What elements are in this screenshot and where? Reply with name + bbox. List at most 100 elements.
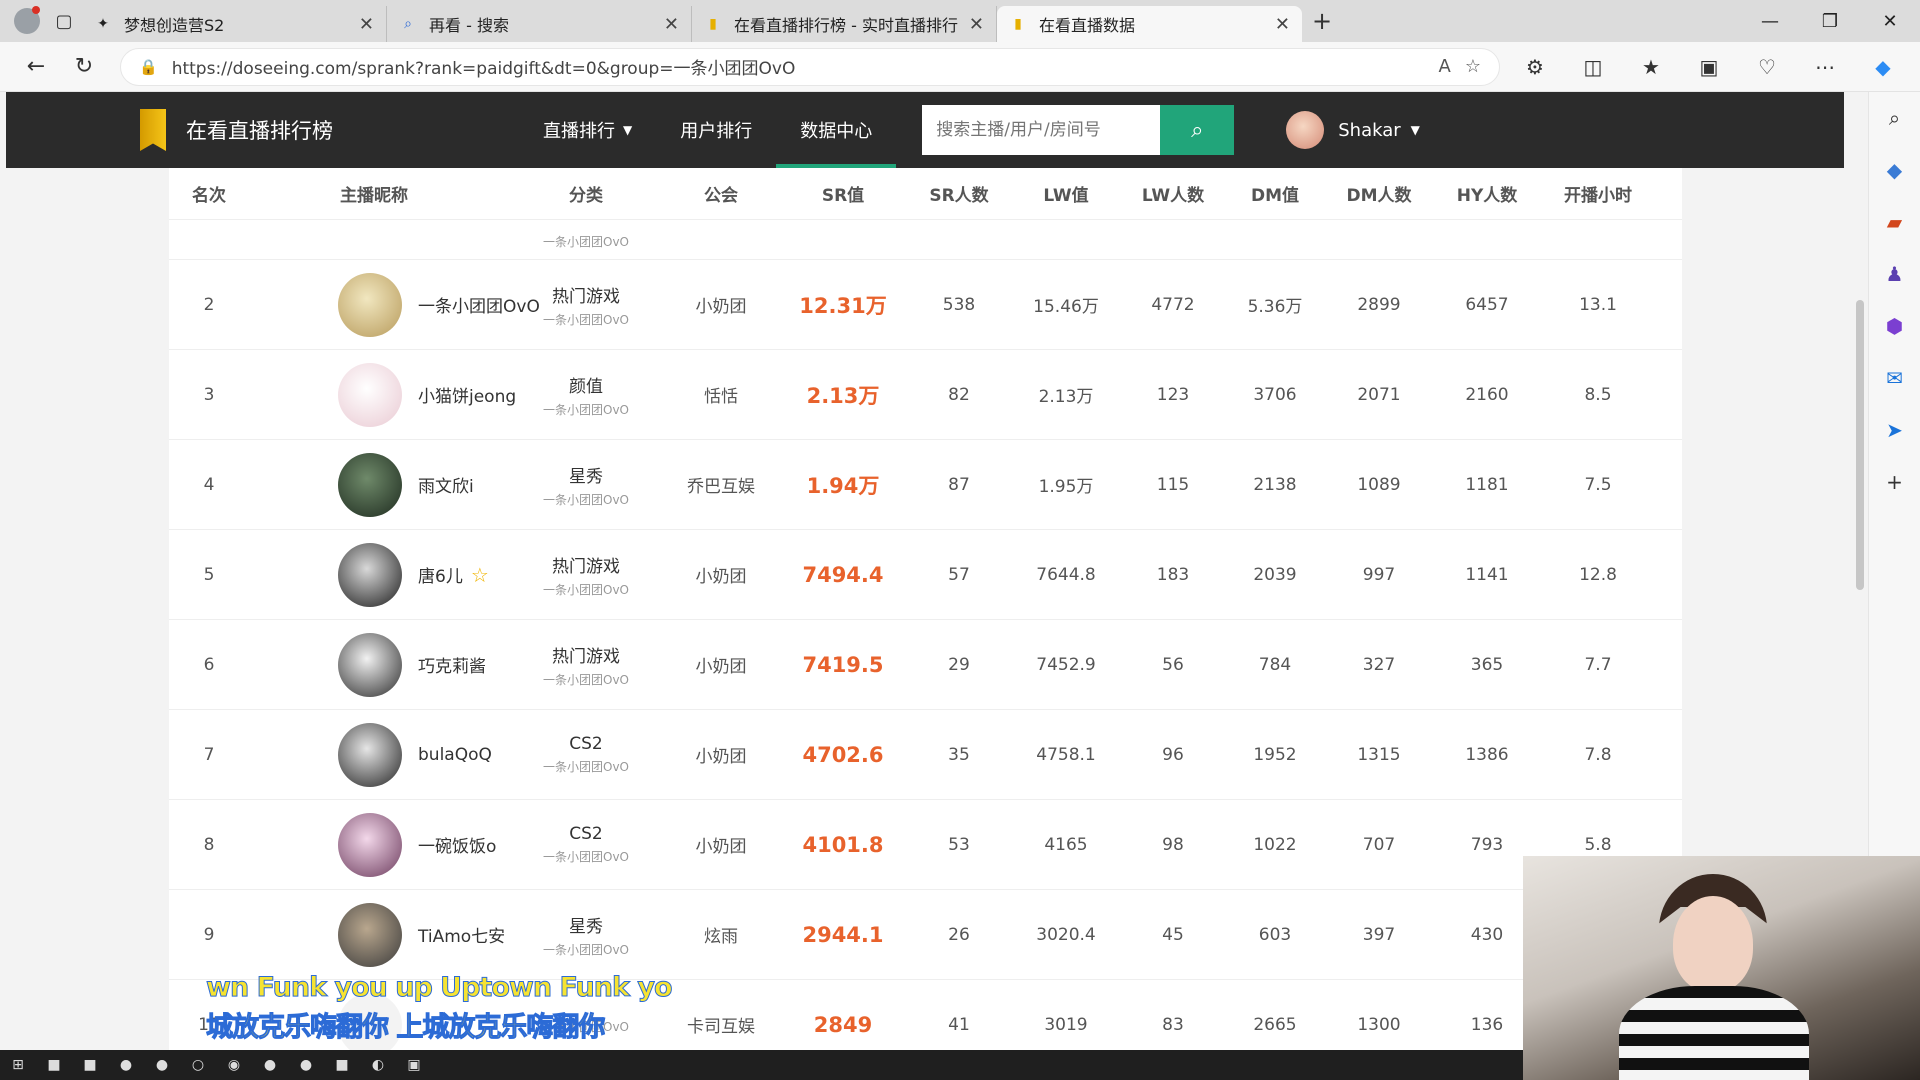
taskbar-app-icon[interactable]: ■ [324,1057,360,1073]
url-text[interactable]: https://doseeing.com/sprank?rank=paidgif… [172,54,1425,79]
header-dm-count[interactable]: DM人数 [1335,181,1423,206]
new-tab-button[interactable]: + [1302,7,1342,35]
table-row[interactable]: 2 一条小团团OvO 热门游戏 一条小团团OvO 小奶团 12.31万 538 15.46万 4… [169,260,1682,350]
header-name[interactable]: 主播昵称 [249,181,499,206]
search-button[interactable]: ⌕ [1160,105,1235,155]
streamer-cell[interactable]: 唐6儿 ☆ [249,542,499,607]
avatar[interactable] [338,722,402,787]
tab-title[interactable]: 梦想创造营S2 [124,12,351,36]
streamer-name[interactable]: 唐6儿 [418,562,463,587]
user-menu[interactable]: Shakar ▼ [1286,111,1420,149]
avatar[interactable] [338,812,402,877]
tab-title[interactable]: 在看直播数据 [1039,12,1267,36]
header-dm[interactable]: DM值 [1215,181,1335,206]
bookmark-logo-icon[interactable] [140,109,166,151]
favorites-icon[interactable]: ★ [1622,55,1680,79]
table-row[interactable]: 3 小猫饼jeong 颜值 一条小团团OvO 恬恬 2.13万 82 2.13万 123 3706… [169,350,1682,440]
header-rank[interactable]: 名次 [169,181,249,206]
scrollbar-thumb[interactable] [1856,300,1864,590]
streamer-cell[interactable]: TiAmo七安 [249,902,505,967]
table-row[interactable]: 6 巧克莉酱 热门游戏 一条小团团OvO 小奶团 7419.5 29 7452.9 56 784 3… [169,620,1682,710]
avatar[interactable] [338,362,402,427]
streamer-name[interactable]: 一碗饭饭o [418,832,496,857]
tab-title[interactable]: 再看 - 搜索 [429,12,656,36]
close-tab-icon[interactable]: ✕ [664,14,679,35]
streamer-cell[interactable]: bulaQoQ [249,722,499,787]
browser-tab[interactable]: ✦ 梦想创造营S2 ✕ [82,6,387,42]
url-field[interactable]: 🔒 https://doseeing.com/sprank?rank=paidg… [120,47,1500,86]
avatar[interactable] [338,542,402,607]
header-guild[interactable]: 公会 [673,181,769,206]
header-category[interactable]: 分类 [499,181,673,206]
streamer-cell[interactable]: 一碗饭饭o [249,812,499,877]
more-menu-icon[interactable]: ⋯ [1796,55,1854,79]
avatar[interactable] [338,272,402,337]
refresh-icon[interactable]: ↻ [60,54,108,79]
menu-user-rank[interactable]: 用户排行 [656,92,776,168]
tab-title[interactable]: 在看直播排行榜 - 实时直播排行 [734,12,961,36]
table-row[interactable]: 8 一碗饭饭o CS2 一条小团团OvO 小奶团 4101.8 53 4165 98 1022 70… [169,800,1682,890]
streamer-cell[interactable]: 巧克莉酱 [249,632,499,697]
header-sr-count[interactable]: SR人数 [917,181,1001,206]
close-tab-icon[interactable]: ✕ [1275,14,1290,35]
avatar[interactable] [1286,111,1325,149]
sidebar-send-icon[interactable]: ➤ [1869,404,1920,456]
sidebar-add-icon[interactable]: + [1869,456,1920,508]
sidebar-tools-icon[interactable]: ▰ [1869,196,1920,248]
start-icon[interactable]: ⊞ [0,1057,36,1073]
browser-tab[interactable]: ▮ 在看直播数据 ✕ [997,6,1302,42]
taskbar-app-icon[interactable]: ■ [72,1057,108,1073]
streamer-name[interactable]: 雨文欣i [418,472,474,497]
streamer-cell[interactable]: 雨文欣i [249,452,499,517]
table-row[interactable]: 9 TiAmo七安 星秀 一条小团团OvO 炫雨 2944.1 26 3020.4 45 603 3… [169,890,1682,980]
lock-icon[interactable]: 🔒 [139,58,158,76]
tab-actions-icon[interactable]: ▢ [46,3,82,39]
minimize-icon[interactable]: — [1740,11,1800,32]
taskbar-app-icon[interactable]: ● [288,1057,324,1073]
close-tab-icon[interactable]: ✕ [969,14,984,35]
site-title[interactable]: 在看直播排行榜 [186,115,333,145]
avatar[interactable] [338,902,402,967]
header-lw-count[interactable]: LW人数 [1131,181,1215,206]
split-screen-icon[interactable]: ◫ [1564,55,1622,79]
table-row[interactable]: 7 bulaQoQ CS2 一条小团团OvO 小奶团 4702.6 35 4758.1 96 19… [169,710,1682,800]
sidebar-office-icon[interactable]: ⬢ [1869,300,1920,352]
menu-live-rank[interactable]: 直播排行 ▼ [519,92,656,168]
streamer-cell[interactable]: 小猫饼jeong [249,362,516,427]
sidebar-search-icon[interactable]: ⌕ [1869,92,1920,144]
taskbar-edge-icon[interactable]: ◐ [360,1057,396,1073]
avatar[interactable] [338,632,402,697]
header-hours[interactable]: 开播小时 [1551,181,1645,206]
close-window-icon[interactable]: ✕ [1860,11,1920,32]
profile-avatar[interactable] [8,2,46,40]
header-lw[interactable]: LW值 [1001,181,1131,206]
header-sr[interactable]: SR值 [769,181,917,206]
streamer-name[interactable]: TiAmo七安 [418,922,505,947]
extensions-icon[interactable]: ⚙ [1506,55,1564,79]
browser-tab[interactable]: ▮ 在看直播排行榜 - 实时直播排行 ✕ [692,6,997,42]
star-icon[interactable]: ☆ [471,563,489,587]
streamer-cell[interactable]: 一条小团团OvO [249,272,540,337]
collections-icon[interactable]: ▣ [1680,55,1738,79]
taskbar-app-icon[interactable]: ▣ [396,1057,432,1073]
favorite-star-icon[interactable]: ☆ [1465,56,1481,77]
taskbar-app-icon[interactable]: ● [108,1057,144,1073]
streamer-name[interactable]: 巧克莉酱 [418,652,486,677]
taskbar-app-icon[interactable]: ○ [180,1057,216,1073]
performance-icon[interactable]: ♡ [1738,55,1796,79]
browser-tab[interactable]: ⌕ 再看 - 搜索 ✕ [387,6,692,42]
copilot-icon[interactable]: ◆ [1854,55,1912,79]
restore-icon[interactable]: ❐ [1800,11,1860,32]
taskbar-app-icon[interactable]: ● [144,1057,180,1073]
header-hy-count[interactable]: HY人数 [1423,181,1551,206]
sidebar-games-icon[interactable]: ♟ [1869,248,1920,300]
taskbar-app-icon[interactable]: ■ [36,1057,72,1073]
streamer-name[interactable]: bulaQoQ [418,745,492,765]
table-row[interactable]: 4 雨文欣i 星秀 一条小团团OvO 乔巴互娱 1.94万 87 1.95万 115 2138 10… [169,440,1682,530]
table-row[interactable]: 一条小团团OvO [169,220,1682,260]
close-tab-icon[interactable]: ✕ [359,14,374,35]
avatar[interactable] [338,452,402,517]
search-input[interactable] [922,105,1161,155]
sidebar-outlook-icon[interactable]: ✉ [1869,352,1920,404]
back-icon[interactable]: ← [12,54,60,79]
